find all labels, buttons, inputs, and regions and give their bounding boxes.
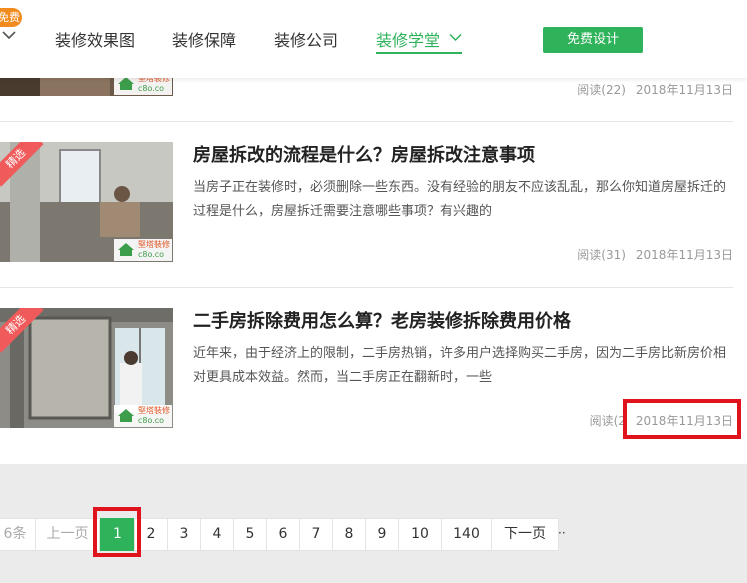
pagination-total: 6条 <box>0 518 36 551</box>
pagination-page[interactable]: 8 <box>332 518 366 551</box>
pagination-next[interactable]: 下一页 <box>491 518 559 551</box>
nav-item-guarantee[interactable]: 装修保障 <box>172 27 236 51</box>
watermark-logo: 堅塔裝修 c8o.co <box>114 239 172 261</box>
pagination-page[interactable]: 10 <box>398 518 442 551</box>
pagination-prev[interactable]: 上一页 <box>35 518 100 551</box>
article-thumbnail[interactable]: 精选 堅塔裝修 c8o.co <box>0 308 173 428</box>
pagination-page[interactable]: 140 <box>441 518 492 551</box>
article-summary: 当房子正在装修时，必须删除一些东西。没有经验的朋友不应该乱乱，那么你知道房屋拆迁… <box>193 180 727 219</box>
free-design-button[interactable]: 免费设计 <box>543 27 643 53</box>
pagination-page[interactable]: 9 <box>365 518 399 551</box>
nav-item-companies[interactable]: 装修公司 <box>274 27 338 51</box>
publish-date: 2018年11月13日 <box>635 248 733 262</box>
pagination-page[interactable]: 7 <box>299 518 333 551</box>
read-count: 阅读(2 <box>589 414 626 428</box>
pagination-page[interactable]: 6 <box>266 518 300 551</box>
read-count: 阅读(22) <box>577 83 626 97</box>
publish-date: 2018年11月13日 <box>635 83 733 97</box>
highlight-box-date <box>623 399 741 439</box>
watermark-logo: 堅塔裝修 c8o.co <box>114 405 172 427</box>
nav-item-school[interactable]: 装修学堂 <box>376 27 440 51</box>
article-title[interactable]: 房屋拆改的流程是什么？房屋拆改注意事项 <box>193 141 535 167</box>
chevron-down-icon[interactable] <box>2 30 16 40</box>
highlight-box-page <box>93 507 141 557</box>
divider <box>0 121 733 122</box>
article-title[interactable]: 二手房拆除费用怎么算？老房装修拆除费用价格 <box>193 307 571 333</box>
active-nav-underline <box>376 52 462 54</box>
article-thumbnail[interactable]: 精选 堅塔裝修 c8o.co <box>0 142 173 262</box>
pagination-page[interactable]: 3 <box>167 518 201 551</box>
chevron-down-icon[interactable] <box>449 33 462 42</box>
article-meta: 阅读(31) 2018年11月13日 <box>577 246 733 263</box>
divider <box>0 287 733 288</box>
pagination-page[interactable]: 5 <box>233 518 267 551</box>
pagination-ellipsis: ·· <box>558 526 566 540</box>
top-nav-bar: 免费 装修效果图 装修保障 装修公司 装修学堂 免费设计 <box>0 0 747 78</box>
article-meta: 阅读(22) 2018年11月13日 <box>577 81 733 98</box>
article-summary: 近年来，由于经济上的限制，二手房热销，许多用户选择购买二手房，因为二手房比新房价… <box>193 346 727 385</box>
read-count: 阅读(31) <box>577 248 626 262</box>
nav-item-effect-images[interactable]: 装修效果图 <box>55 27 135 51</box>
free-badge: 免费 <box>0 8 22 27</box>
pagination-page[interactable]: 4 <box>200 518 234 551</box>
